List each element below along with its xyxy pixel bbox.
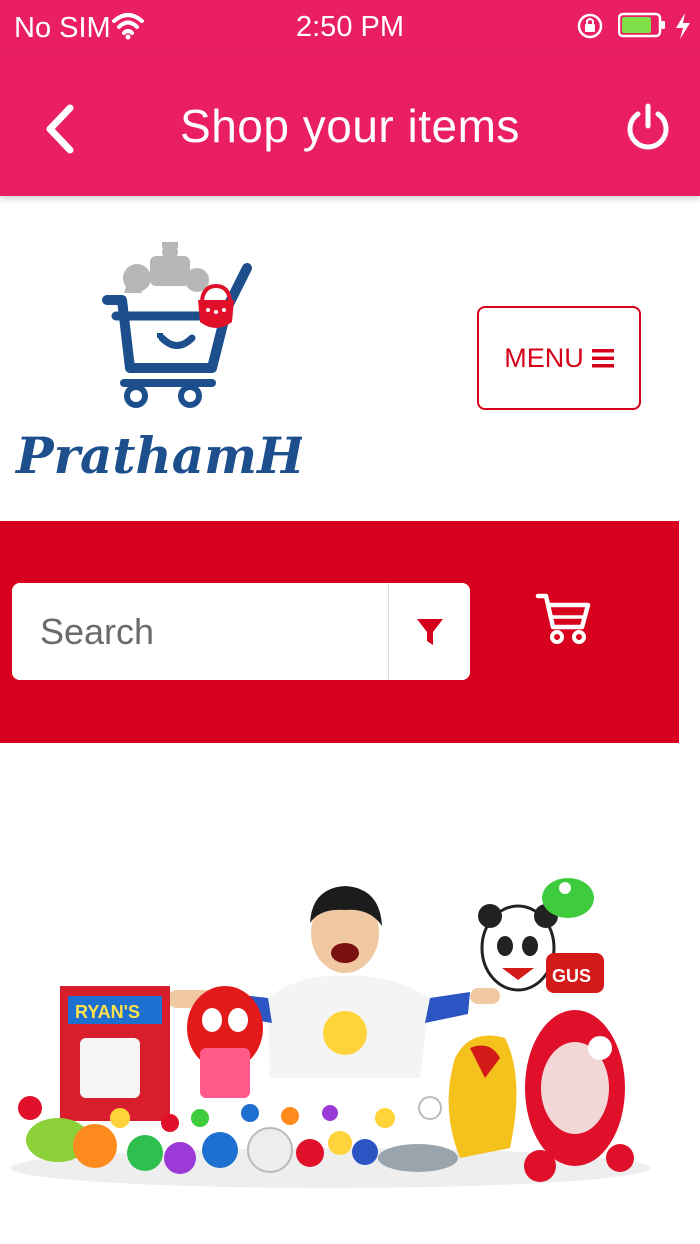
battery-icon xyxy=(618,12,665,38)
hamburger-icon xyxy=(591,349,614,368)
cart-icon[interactable] xyxy=(535,591,591,647)
menu-label: MENU xyxy=(504,342,584,373)
charging-icon xyxy=(676,13,690,39)
status-bar: No SIM 2:50 PM xyxy=(0,0,700,54)
menu-button[interactable]: MENU xyxy=(477,306,641,410)
brand-logo[interactable]: PrathamHarsh xyxy=(12,238,428,488)
brand-wordmark: PrathamHarsh xyxy=(14,426,302,485)
power-icon[interactable] xyxy=(624,102,672,152)
search-box xyxy=(12,583,470,680)
app-header: Shop your items xyxy=(0,54,700,196)
hero-toys-image: RYAN'S GUS xyxy=(0,748,652,1218)
search-input[interactable] xyxy=(12,583,387,680)
rotation-lock-icon xyxy=(577,13,603,39)
page-title: Shop your items xyxy=(180,100,520,152)
hero-banner: RYAN'S GUS xyxy=(0,748,652,1218)
toy-sign-text: GUS xyxy=(552,966,591,986)
filter-icon xyxy=(417,618,443,645)
search-section xyxy=(0,521,679,743)
toy-box-label: RYAN'S xyxy=(75,1002,140,1022)
shopping-cart-logo-icon: PrathamHarsh xyxy=(14,242,428,485)
filter-button[interactable] xyxy=(388,583,470,680)
